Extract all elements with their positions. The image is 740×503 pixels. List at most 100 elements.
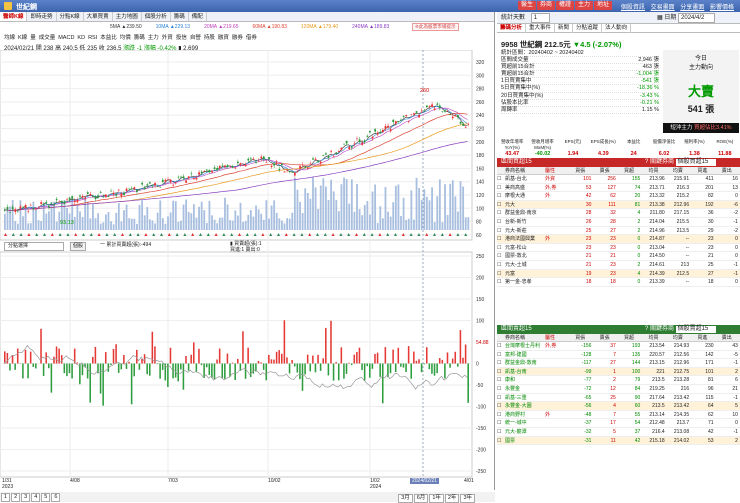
row-checkbox[interactable]: ☐	[497, 411, 505, 419]
period-3m[interactable]: 3月	[398, 494, 413, 503]
row-checkbox[interactable]: ☐	[497, 368, 505, 376]
tool-item[interactable]: 主力	[148, 35, 159, 41]
tab-realtime[interactable]: 即時走勢	[27, 12, 56, 22]
tab-news[interactable]: 新聞	[555, 24, 573, 33]
row-checkbox[interactable]: ☐	[497, 428, 505, 436]
warrant-button[interactable]: 權證	[556, 1, 574, 10]
row-checkbox[interactable]: ☐	[497, 227, 505, 235]
tool-item[interactable]: 均線	[4, 35, 15, 41]
row-checkbox[interactable]: ☐	[497, 385, 505, 393]
buy-select[interactable]: 個股買超15	[676, 159, 717, 166]
row-checkbox[interactable]: ☐	[497, 252, 505, 260]
tool-item[interactable]: 投信	[176, 35, 187, 41]
column-header[interactable]: 券商名稱	[505, 334, 545, 341]
tab-chip-analysis[interactable]: 籌碼分析	[497, 24, 526, 33]
date-input[interactable]: 2024/4/2	[678, 13, 715, 23]
row-checkbox[interactable]: ☐	[497, 244, 505, 252]
row-checkbox[interactable]: ☐	[497, 402, 505, 410]
row-checkbox[interactable]: ☐	[497, 394, 505, 402]
table-row[interactable]: ☐統一-城中-371754212.48213.7710	[497, 419, 740, 428]
table-row[interactable]: ☐國票-敦北21210214.50--210	[497, 252, 740, 261]
period-2y[interactable]: 2年	[445, 494, 460, 503]
row-checkbox[interactable]: ☐	[497, 359, 505, 367]
tab-chips[interactable]: 籌碼	[171, 12, 189, 22]
table-row[interactable]: ☐凱基-台北外資101256155213.96215.9141116	[497, 175, 740, 184]
row-checkbox[interactable]: ☐	[497, 192, 505, 200]
table-row[interactable]: ☐凱基-三重-652590217.64213.42115-1	[497, 394, 740, 403]
link-stock-info[interactable]: 個股資訊	[621, 5, 645, 11]
column-header[interactable]: 券商名稱	[505, 167, 545, 174]
table-row[interactable]: ☐港商野村外-48755213.14214.356210	[497, 411, 740, 420]
tab-institutional[interactable]: 法人動向	[602, 24, 631, 33]
price-chart[interactable]: 3203002802602402202001801601401201008060…	[0, 50, 495, 480]
table-row[interactable]: ☐群益金鼎-南京28324211.80217.1536-2	[497, 209, 740, 218]
column-header[interactable]	[497, 334, 505, 341]
row-checkbox[interactable]: ☐	[497, 184, 505, 192]
tool-item[interactable]: 均價	[120, 35, 131, 41]
column-header[interactable]: 賣張	[593, 334, 617, 341]
table-row[interactable]: ☐元大-土城21232214.6121325-1	[497, 261, 740, 270]
sell-select[interactable]: 個股賣超15	[676, 326, 717, 333]
tool-item[interactable]: 籌碼	[134, 35, 145, 41]
tool-item[interactable]: KD	[77, 35, 85, 41]
column-header[interactable]: 買進	[691, 334, 715, 341]
row-checkbox[interactable]: ☐	[497, 218, 505, 226]
link-price[interactable]: 影響價格	[710, 5, 734, 11]
table-row[interactable]: ☐港商法國興業外23230214.87--230	[497, 235, 740, 244]
address-button[interactable]: 地址	[594, 1, 612, 10]
pager-item[interactable]: 2	[11, 493, 20, 502]
table-row[interactable]: ☐元大3011181213.38212.96192-6	[497, 201, 740, 210]
row-checkbox[interactable]: ☐	[497, 342, 505, 350]
table-row[interactable]: ☐台灣摩根士丹利外,券-15637193213.54214.9323043	[497, 342, 740, 351]
row-checkbox[interactable]: ☐	[497, 278, 505, 286]
mainforce-button[interactable]: 主力	[575, 1, 593, 10]
row-checkbox[interactable]: ☐	[497, 419, 505, 427]
tool-item[interactable]: RSI	[88, 35, 97, 41]
tool-item[interactable]: 量	[30, 35, 36, 41]
column-header[interactable]	[497, 167, 505, 174]
column-header[interactable]: 均買	[642, 334, 666, 341]
tab-analysis[interactable]: 個股分析	[142, 12, 171, 22]
tool-item[interactable]: 借券	[246, 35, 257, 41]
column-header[interactable]: 賣張	[593, 167, 617, 174]
column-header[interactable]: 屬性	[545, 167, 569, 174]
table-row[interactable]: ☐摩根大通外426220213.32215.2820	[497, 192, 740, 201]
pager-item[interactable]: 5	[41, 493, 50, 502]
column-header[interactable]: 均賣	[667, 167, 691, 174]
tool-item[interactable]: 本益比	[100, 35, 117, 41]
table-row[interactable]: ☐元富19234214.39212.527-1	[497, 270, 740, 279]
table-row[interactable]: ☐永豐金-721284219.252169621	[497, 385, 740, 394]
table-row[interactable]: ☐康和-77279213.5213.28816	[497, 376, 740, 385]
pager-item[interactable]: 6	[51, 493, 60, 502]
table-row[interactable]: ☐台新-新竹26282214.04215.530-1	[497, 218, 740, 227]
column-header[interactable]: 均賣	[667, 334, 691, 341]
table-row[interactable]: ☐美商高盛外,券5312774213.71216.320113	[497, 184, 740, 193]
table-row[interactable]: ☐富邦-建國-1287135220.57212.56142-5	[497, 351, 740, 360]
pager-item[interactable]: 4	[31, 493, 40, 502]
tool-item[interactable]: 融券	[232, 35, 243, 41]
table-row[interactable]: ☐國票-311142215.18214.02532	[497, 437, 740, 446]
row-checkbox[interactable]: ☐	[497, 209, 505, 217]
row-checkbox[interactable]: ☐	[497, 261, 505, 269]
row-checkbox[interactable]: ☐	[497, 235, 505, 243]
stock-button[interactable]: 個股	[70, 242, 86, 251]
link-trade[interactable]: 交易畫面	[651, 5, 675, 11]
row-checkbox[interactable]: ☐	[497, 376, 505, 384]
broker-button[interactable]: 券商	[537, 1, 555, 10]
tool-item[interactable]: 自營	[190, 35, 201, 41]
column-header[interactable]: 賣出	[716, 167, 740, 174]
alert-badge[interactable]: ※此為股票市場提示	[412, 23, 459, 31]
tab-kline[interactable]: 醫師K線	[0, 12, 27, 22]
column-header[interactable]: 買超	[618, 334, 642, 341]
tab-mainforce-map[interactable]: 主力地圖	[113, 12, 142, 22]
row-checkbox[interactable]: ☐	[497, 201, 505, 209]
column-header[interactable]: 買超	[618, 167, 642, 174]
branch-select[interactable]: 分點選擇	[4, 242, 64, 251]
period-1y[interactable]: 1年	[429, 494, 444, 503]
tool-item[interactable]: 外資	[162, 35, 173, 41]
tool-item[interactable]: 成交量	[39, 35, 56, 41]
row-checkbox[interactable]: ☐	[497, 437, 505, 445]
column-header[interactable]: 賣出	[716, 334, 740, 341]
pager-item[interactable]: 3	[21, 493, 30, 502]
tab-branch-track[interactable]: 分點追蹤	[573, 24, 602, 33]
